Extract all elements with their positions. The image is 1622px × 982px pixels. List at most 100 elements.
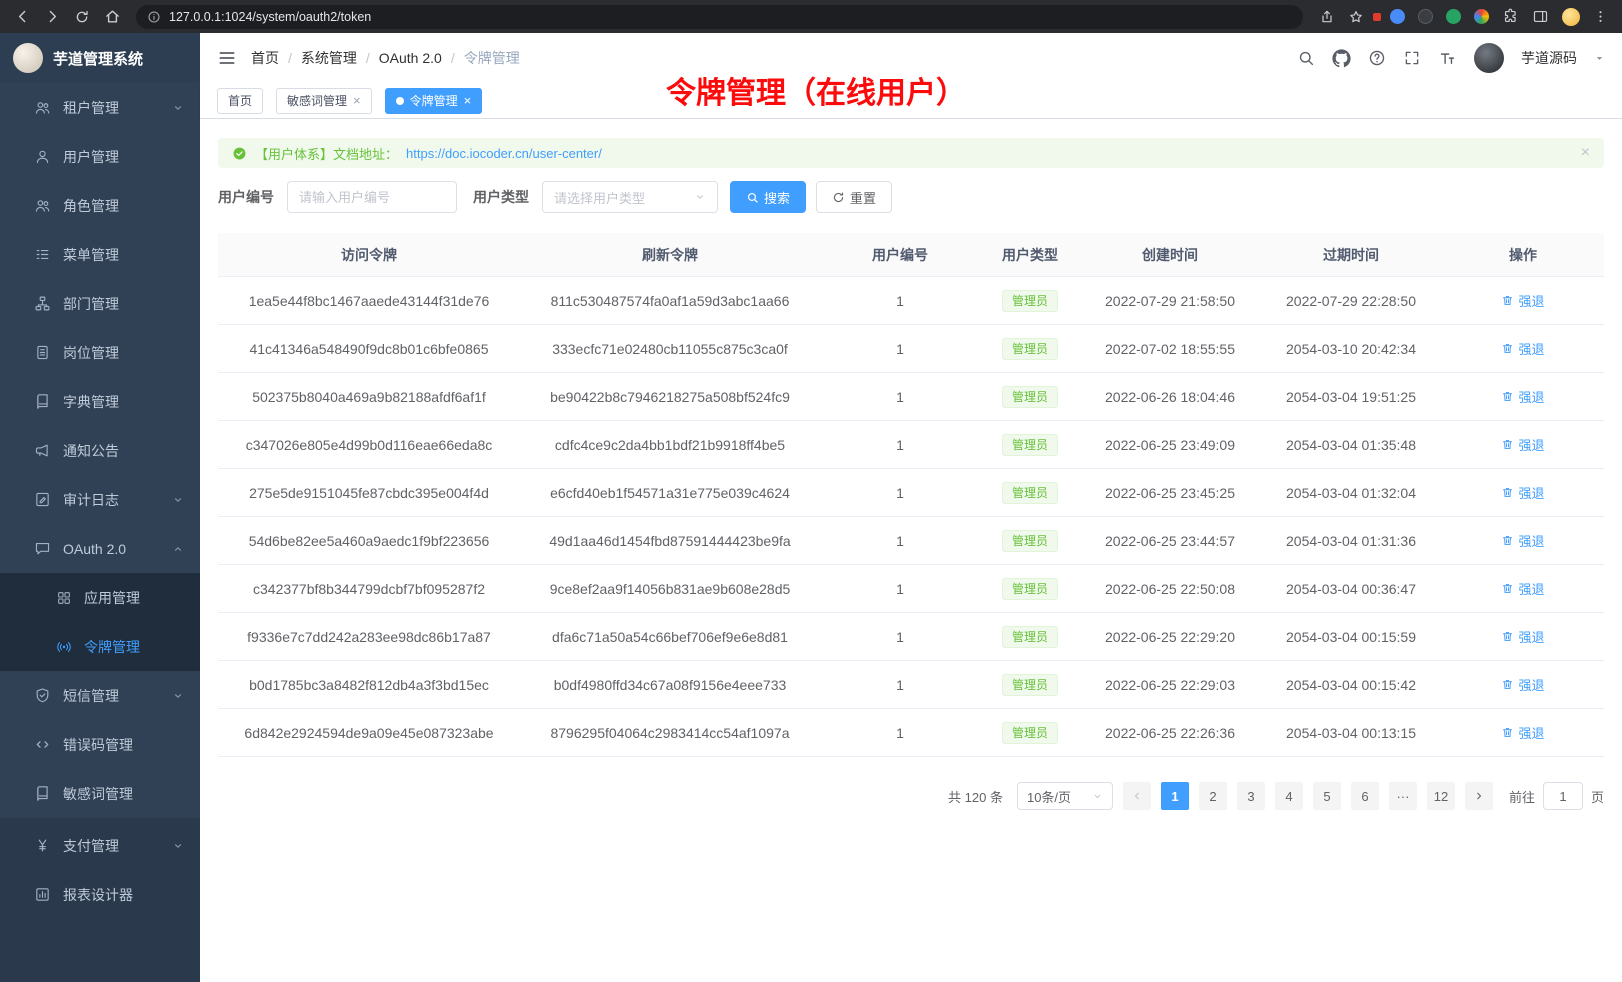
side-panel-icon[interactable]	[1532, 8, 1549, 25]
tab-home[interactable]: 首页	[217, 88, 263, 114]
back-button[interactable]	[8, 3, 36, 31]
next-page-button[interactable]	[1465, 782, 1493, 810]
page-button-6[interactable]: 6	[1351, 782, 1379, 810]
create-time-cell: 2022-07-02 18:55:55	[1080, 341, 1260, 357]
breadcrumb-home[interactable]: 首页	[251, 48, 279, 68]
expire-time-cell: 2054-03-04 01:31:36	[1260, 533, 1442, 549]
sidebar-item-error-code[interactable]: 错误码管理	[0, 720, 200, 769]
force-logout-button[interactable]: 强退	[1501, 483, 1544, 502]
extensions-puzzle-icon[interactable]	[1502, 8, 1519, 25]
home-button[interactable]	[98, 3, 126, 31]
browser-menu-icon[interactable]	[1593, 9, 1608, 24]
goto-page: 前往 页	[1509, 782, 1604, 810]
delete-icon	[1501, 486, 1514, 499]
sidebar-item-menu[interactable]: 菜单管理	[0, 230, 200, 279]
bookmark-star-icon[interactable]	[1348, 9, 1364, 25]
force-logout-button[interactable]: 强退	[1501, 291, 1544, 310]
extension-icon-dark[interactable]	[1418, 9, 1433, 24]
close-tab-icon[interactable]: ×	[464, 94, 472, 107]
page-button-4[interactable]: 4	[1275, 782, 1303, 810]
access-token-cell: 54d6be82ee5a460a9aedc1f9bf223656	[218, 533, 520, 549]
user-avatar[interactable]	[1474, 43, 1504, 73]
force-logout-label: 强退	[1518, 579, 1544, 598]
profile-avatar-icon[interactable]	[1562, 8, 1580, 26]
force-logout-button[interactable]: 强退	[1501, 723, 1544, 742]
page-button-5[interactable]: 5	[1313, 782, 1341, 810]
sidebar-item-oauth[interactable]: OAuth 2.0	[0, 524, 200, 573]
force-logout-button[interactable]: 强退	[1501, 531, 1544, 550]
sidebar-item-pay[interactable]: 支付管理	[0, 821, 200, 870]
sidebar-item-role[interactable]: 角色管理	[0, 181, 200, 230]
audit-log-icon	[34, 491, 51, 508]
sidebar-item-sms[interactable]: 短信管理	[0, 671, 200, 720]
column-header-user-type: 用户类型	[980, 245, 1080, 265]
extension-icon-colorful[interactable]	[1474, 9, 1489, 24]
prev-page-button[interactable]	[1123, 782, 1151, 810]
reset-button[interactable]: 重置	[816, 181, 892, 213]
close-tab-icon[interactable]: ×	[353, 94, 361, 107]
tab-token[interactable]: 令牌管理 ×	[385, 88, 483, 114]
refresh-token-cell: 333ecfc71e02480cb11055c875c3ca0f	[520, 341, 820, 357]
sidebar-item-user[interactable]: 用户管理	[0, 132, 200, 181]
share-icon[interactable]	[1319, 9, 1335, 25]
user-type-badge: 管理员	[1002, 386, 1058, 408]
fullscreen-icon[interactable]	[1403, 49, 1421, 67]
page-size-select[interactable]: 10条/页	[1017, 782, 1113, 810]
expire-time-cell: 2054-03-04 01:32:04	[1260, 485, 1442, 501]
reload-button[interactable]	[68, 3, 96, 31]
force-logout-button[interactable]: 强退	[1501, 387, 1544, 406]
user-type-cell: 管理员	[980, 626, 1080, 648]
user-type-badge: 管理员	[1002, 338, 1058, 360]
force-logout-button[interactable]: 强退	[1501, 339, 1544, 358]
user-type-badge: 管理员	[1002, 482, 1058, 504]
page-button-2[interactable]: 2	[1199, 782, 1227, 810]
force-logout-button[interactable]: 强退	[1501, 579, 1544, 598]
forward-button[interactable]	[38, 3, 66, 31]
github-icon[interactable]	[1332, 49, 1351, 68]
expire-time-cell: 2054-03-10 20:42:34	[1260, 341, 1442, 357]
user-type-badge: 管理员	[1002, 434, 1058, 456]
goto-page-input[interactable]	[1543, 782, 1583, 810]
sidebar-item-tenant[interactable]: 租户管理	[0, 83, 200, 132]
address-bar[interactable]: 127.0.0.1:1024/system/oauth2/token	[136, 5, 1303, 29]
page-button-3[interactable]: 3	[1237, 782, 1265, 810]
user-type-select[interactable]: 请选择用户类型	[542, 181, 718, 213]
app-logo[interactable]: 芋道管理系统	[0, 33, 200, 83]
extension-icon-blue[interactable]	[1390, 9, 1405, 24]
tab-sensitive-word[interactable]: 敏感词管理 ×	[276, 88, 372, 114]
user-name[interactable]: 芋道源码	[1521, 48, 1577, 68]
page-button-12[interactable]: 12	[1427, 782, 1455, 810]
sidebar-item-audit-log[interactable]: 审计日志	[0, 475, 200, 524]
action-cell: 强退	[1442, 339, 1604, 358]
sidebar-item-sensitive-word[interactable]: 敏感词管理	[0, 769, 200, 818]
tenant-icon	[34, 99, 51, 116]
extension-icon-green[interactable]	[1446, 9, 1461, 24]
user-type-cell: 管理员	[980, 434, 1080, 456]
report-chart-icon	[34, 886, 51, 903]
sidebar-item-post[interactable]: 岗位管理	[0, 328, 200, 377]
page-more-button[interactable]: ···	[1389, 782, 1417, 810]
breadcrumb-oauth[interactable]: OAuth 2.0	[379, 50, 442, 66]
close-alert-icon[interactable]: ×	[1581, 145, 1590, 161]
font-size-icon[interactable]	[1438, 49, 1457, 68]
doc-link[interactable]: https://doc.iocoder.cn/user-center/	[406, 146, 602, 161]
user-id-input[interactable]	[287, 181, 457, 213]
chevron-down-icon[interactable]	[1594, 53, 1605, 64]
user-type-cell: 管理员	[980, 482, 1080, 504]
breadcrumb-system[interactable]: 系统管理	[301, 48, 357, 68]
sidebar-item-dept[interactable]: 部门管理	[0, 279, 200, 328]
chevron-up-icon	[172, 543, 184, 555]
sidebar-item-notice[interactable]: 通知公告	[0, 426, 200, 475]
help-icon[interactable]	[1368, 49, 1386, 67]
sidebar-item-report-designer[interactable]: 报表设计器	[0, 870, 200, 919]
force-logout-button[interactable]: 强退	[1501, 627, 1544, 646]
search-icon[interactable]	[1297, 49, 1315, 67]
page-button-1[interactable]: 1	[1161, 782, 1189, 810]
collapse-sidebar-icon[interactable]	[217, 48, 237, 68]
sidebar-item-dict[interactable]: 字典管理	[0, 377, 200, 426]
force-logout-button[interactable]: 强退	[1501, 435, 1544, 454]
sidebar-item-oauth-token[interactable]: 令牌管理	[0, 622, 200, 671]
sidebar-item-oauth-app[interactable]: 应用管理	[0, 573, 200, 622]
search-button[interactable]: 搜索	[730, 181, 806, 213]
force-logout-button[interactable]: 强退	[1501, 675, 1544, 694]
